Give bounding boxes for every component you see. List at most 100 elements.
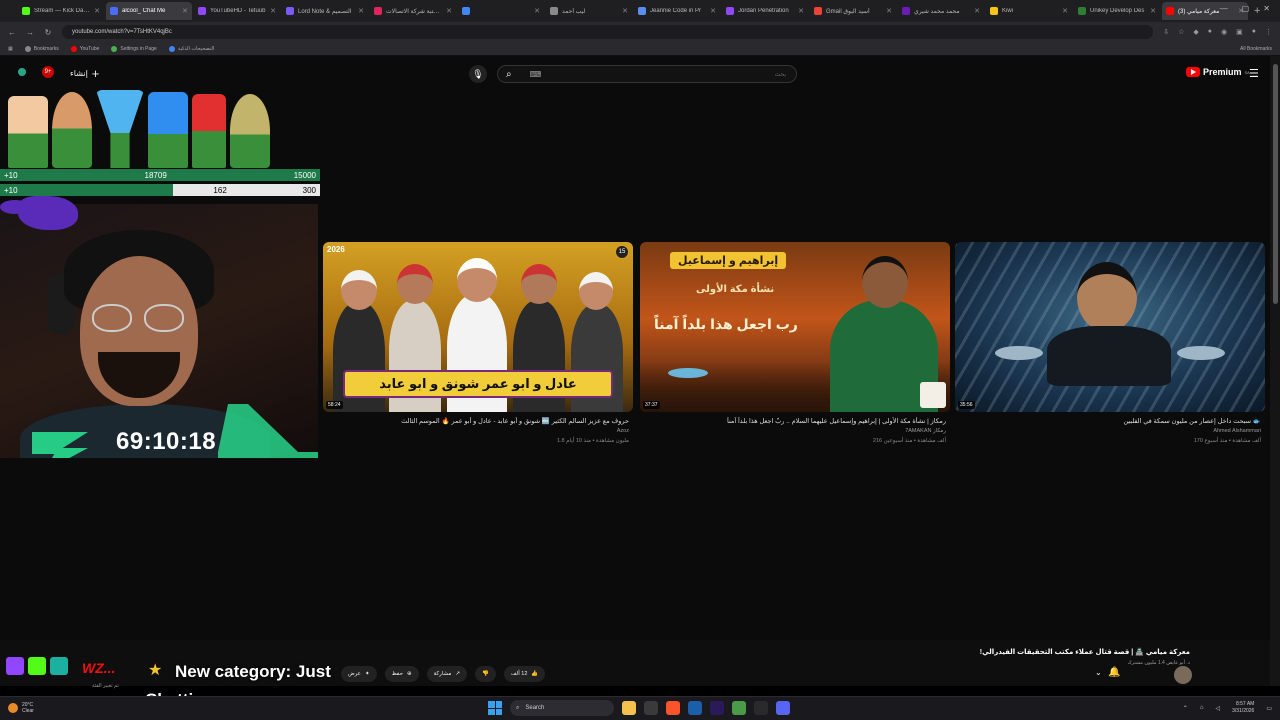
taskbar-search[interactable]: ⌕ Search — [510, 700, 614, 716]
tab-close-icon[interactable]: ✕ — [270, 7, 276, 15]
mini-player-channel[interactable]: د. أبو عايض 1.4 مليون مشترك — [1127, 660, 1190, 666]
youtube-premium-logo[interactable]: Premium SA — [1186, 67, 1250, 77]
search-input[interactable]: بحث — [775, 71, 786, 78]
extension-icon[interactable]: ◆ — [1193, 28, 1198, 36]
tab-close-icon[interactable]: ✕ — [1062, 7, 1068, 15]
like-button[interactable]: 👍 12 ألف — [503, 666, 546, 682]
chrome-icon[interactable] — [732, 701, 746, 715]
steam-icon[interactable] — [688, 701, 702, 715]
clock[interactable]: 8:57 AM 3/31/2026 — [1232, 701, 1254, 715]
tab-title: Jordan Penetration — [738, 8, 789, 14]
video-title[interactable]: حروف مع عزيز السالم الكثير 🔤 شونق و أبو … — [329, 417, 629, 425]
chevron-down-icon[interactable]: ⌄ — [1095, 668, 1102, 677]
notification-center-icon[interactable]: ▭ — [1266, 705, 1272, 712]
bookmark-item[interactable]: Settings in Page — [111, 45, 157, 52]
browser-tab[interactable]: Jeannie Code in Pr ✕ — [634, 2, 720, 20]
video-thumbnail[interactable]: إبراهيم و إسماعيل نشأة مكة الأولى رب اجع… — [640, 242, 950, 412]
close-window-icon[interactable]: ✕ — [1263, 4, 1270, 13]
thumb-person — [1077, 262, 1137, 332]
browser-tab[interactable]: Kiwi ✕ — [986, 2, 1072, 20]
avatar[interactable] — [1174, 666, 1192, 684]
page-scrollbar-thumb[interactable] — [1273, 64, 1278, 304]
browser-tab[interactable]: YouTubeHD - Tetuub ✕ — [194, 2, 280, 20]
brave-icon[interactable] — [666, 701, 680, 715]
thumb-person — [341, 270, 377, 310]
browser-tab[interactable]: Gmail أسيد البوق ✕ — [810, 2, 896, 20]
extension-icon[interactable]: ◉ — [1221, 28, 1227, 36]
tab-close-icon[interactable]: ✕ — [974, 7, 980, 15]
bookmark-star-icon[interactable]: ☆ — [1178, 28, 1184, 36]
minimize-icon[interactable]: — — [1220, 4, 1228, 13]
voice-search-mic-icon[interactable]: 🎙 — [469, 65, 487, 83]
bookmark-item[interactable]: التصحيحات الذكية — [168, 45, 214, 52]
tray-chevron-icon[interactable]: ⌃ — [1183, 705, 1188, 712]
tab-close-icon[interactable]: ✕ — [446, 7, 452, 15]
install-icon[interactable]: ⇩ — [1163, 28, 1169, 36]
bookmark-item[interactable]: YouTube — [70, 45, 99, 52]
forward-icon[interactable]: → — [26, 28, 34, 37]
tab-close-icon[interactable]: ✕ — [358, 7, 364, 15]
weather-widget[interactable]: 20°C Clear — [8, 702, 34, 714]
bookmark-item[interactable]: Bookmarks — [24, 45, 59, 52]
channel-name[interactable]: Azoz — [617, 428, 629, 434]
keyboard-icon[interactable]: ⌨ — [530, 70, 542, 79]
tab-close-icon[interactable]: ✕ — [710, 7, 716, 15]
hamburger-menu-icon[interactable]: ☰ — [1249, 67, 1259, 80]
tab-title: Gmail أسيد البوق — [826, 8, 870, 15]
obs-icon[interactable] — [754, 701, 768, 715]
dislike-button[interactable]: 👎 — [474, 666, 496, 682]
browser-tab[interactable]: ✕ — [458, 2, 544, 20]
extension-icon[interactable]: ● — [1208, 28, 1212, 36]
video-title[interactable]: رمكاز | نشأة مكة الأولى | إبراهيم وإسماع… — [646, 417, 946, 425]
save-button[interactable]: ⊕ حفظ — [384, 666, 419, 682]
video-title[interactable]: سبحت داخل إعصار من مليون سمكة في الفلبين… — [961, 417, 1261, 425]
channel-name[interactable]: 7AMAKAN رمكاز — [905, 428, 946, 434]
profile-icon[interactable]: ● — [1252, 28, 1256, 36]
app-icon[interactable] — [644, 701, 658, 715]
browser-tab[interactable]: ترتيب مكتبة شركة الاتصالات ✕ — [370, 2, 456, 20]
tab-close-icon[interactable]: ✕ — [622, 7, 628, 15]
maximize-icon[interactable]: ▢ — [1242, 4, 1250, 13]
browser-tab[interactable]: alcool_ Chat Me ✕ — [106, 2, 192, 20]
search-box[interactable]: ⌕ ⌨ بحث — [497, 65, 797, 83]
kick-icon[interactable] — [28, 657, 46, 675]
premiere-icon[interactable] — [710, 701, 724, 715]
reload-icon[interactable]: ↻ — [44, 28, 52, 37]
tab-close-icon[interactable]: ✕ — [182, 7, 188, 15]
avatar[interactable] — [18, 68, 26, 76]
browser-tab[interactable]: Stream — Kick Dashb ✕ — [18, 2, 104, 20]
browser-menu-icon[interactable]: ⋮ — [1265, 28, 1272, 36]
tab-close-icon[interactable]: ✕ — [94, 7, 100, 15]
browser-tab[interactable]: Unikey Develop Des ✕ — [1074, 2, 1160, 20]
extensions-puzzle-icon[interactable]: ▣ — [1236, 28, 1243, 36]
browser-tab[interactable]: محمد محمد شيري ✕ — [898, 2, 984, 20]
video-thumbnail[interactable]: 35:56 — [955, 242, 1265, 412]
video-thumbnail[interactable]: 2026 15 عادل و ابو عمر شونق و ابو عابد 5… — [323, 242, 633, 412]
tab-close-icon[interactable]: ✕ — [534, 7, 540, 15]
subscribe-bell-icon[interactable]: 🔔 — [1108, 667, 1120, 678]
mini-player-title[interactable]: معركة ميامي 🏯 | قصة قتال عملاء مكتب التح… — [980, 648, 1190, 656]
back-icon[interactable]: ← — [8, 28, 16, 37]
share-button[interactable]: ↗ مشاركة — [426, 666, 467, 682]
search-icon[interactable]: ⌕ — [506, 69, 512, 80]
browser-tab[interactable]: Lord Note & التصميم ✕ — [282, 2, 368, 20]
all-bookmarks[interactable]: All Bookmarks — [1240, 46, 1272, 52]
file-explorer-icon[interactable] — [622, 701, 636, 715]
volume-icon[interactable]: ◁ — [1215, 705, 1220, 712]
bot-icon[interactable] — [50, 657, 68, 675]
tab-close-icon[interactable]: ✕ — [886, 7, 892, 15]
browser-tab[interactable]: ليب أحمد ✕ — [546, 2, 632, 20]
apps-icon[interactable]: ▦ — [8, 46, 13, 52]
windows-start-icon[interactable] — [488, 701, 502, 715]
channel-name[interactable]: Ahmed Alshammari — [1213, 428, 1261, 434]
weather-desc: Clear — [22, 708, 34, 714]
create-button[interactable]: إنشاء + — [70, 66, 99, 81]
network-icon[interactable]: ⌂ — [1200, 705, 1204, 711]
discord-icon[interactable] — [776, 701, 790, 715]
tab-close-icon[interactable]: ✕ — [798, 7, 804, 15]
url-field[interactable]: youtube.com/watch?v=7TsHtKV4qjBc — [62, 25, 1154, 39]
browser-tab[interactable]: Jordan Penetration ✕ — [722, 2, 808, 20]
tab-close-icon[interactable]: ✕ — [1150, 7, 1156, 15]
twitch-icon[interactable] — [6, 657, 24, 675]
notifications-bell-icon[interactable]: 9+ — [42, 66, 54, 78]
